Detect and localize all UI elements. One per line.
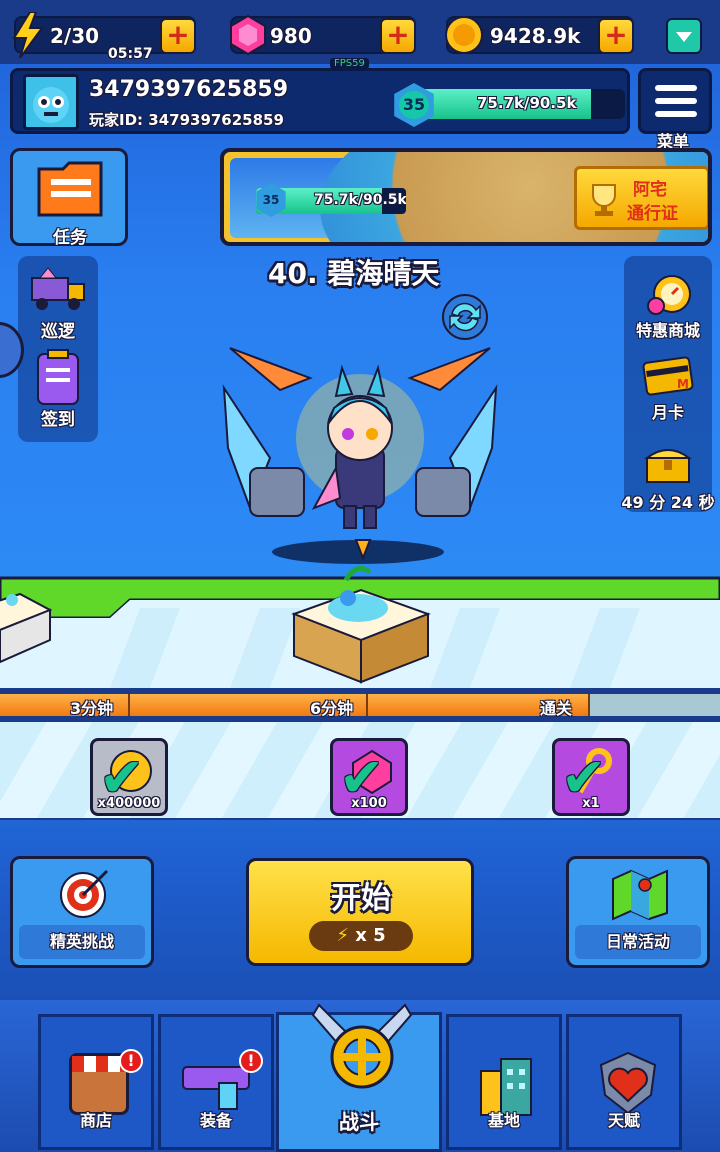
chest-timer: 49 分 24 秒 xyxy=(621,493,715,512)
shop-alert-badge: ! xyxy=(119,1049,143,1073)
player-level: 35 xyxy=(399,91,429,119)
player-xp-text: 75.7k/90.5k xyxy=(477,94,577,112)
trophy-icon xyxy=(592,184,616,216)
signin-button[interactable]: 签到 xyxy=(22,348,94,430)
nav-shop-label: 商店 xyxy=(79,1111,112,1130)
nav-talent[interactable]: 天赋 xyxy=(566,1014,682,1150)
pass-tag-line2: 通行证 xyxy=(627,204,678,224)
player-panel[interactable]: 3479397625859 玩家ID: 3479397625859 75.7k/… xyxy=(10,68,630,134)
sale-shop-button[interactable]: 特惠商城 xyxy=(620,268,716,341)
stage-title: 40. 碧海晴天 xyxy=(268,257,440,290)
lightning-icon xyxy=(12,12,44,58)
task-label: 任务 xyxy=(53,228,87,248)
bottom-nav: ! 商店 ! 装备 战斗 基地 天赋 xyxy=(0,1000,720,1152)
reward-coin[interactable]: ✔ x400000 xyxy=(90,738,168,816)
chevron-down-icon xyxy=(676,32,692,42)
monthly-card-label: 月卡 xyxy=(651,403,684,422)
start-cost: ⚡ x 5 xyxy=(309,921,413,951)
menu-icon-line xyxy=(655,111,697,117)
folder-icon xyxy=(37,161,103,217)
stopwatch-icon xyxy=(647,275,691,315)
menu-icon-line xyxy=(655,98,697,104)
chest-icon xyxy=(644,449,692,483)
nav-equip[interactable]: ! 装备 xyxy=(158,1014,274,1150)
reward-qty: x400000 xyxy=(97,796,161,811)
start-button[interactable]: 开始 ⚡ x 5 xyxy=(246,858,474,966)
start-cost-value: x 5 xyxy=(355,925,386,946)
add-energy-button[interactable]: + xyxy=(160,18,196,54)
right-side-panel: 特惠商城 M 月卡 49 分 24 秒 xyxy=(621,256,715,512)
map-icon xyxy=(612,869,668,921)
switch-stage-button[interactable] xyxy=(438,292,492,342)
coin-value: 9428.9k xyxy=(490,24,581,48)
awning xyxy=(72,1056,126,1072)
daily-activity-button[interactable]: 日常活动 xyxy=(566,856,710,968)
crossed-swords-icon xyxy=(311,1003,413,1089)
avatar-face-icon xyxy=(33,87,69,123)
svg-text:M: M xyxy=(677,377,689,391)
player-name: 3479397625859 xyxy=(89,77,288,102)
energy-timer: 05:57 xyxy=(108,46,153,62)
resource-bar: 2/30 05:57 + 980 + 9428.9k + FPS59 xyxy=(0,0,720,69)
pass-xp-text: 75.7k/90.5k xyxy=(314,192,406,208)
avatar[interactable] xyxy=(23,74,79,130)
refresh-icon xyxy=(442,294,488,340)
add-coins-button[interactable]: + xyxy=(598,18,634,54)
nav-base-label: 基地 xyxy=(487,1111,520,1130)
coin-counter: 9428.9k + xyxy=(445,16,634,54)
reward-row: ✔ x400000 ✔ x100 ✔ x1 xyxy=(0,720,720,820)
hero-character[interactable] xyxy=(210,338,510,568)
dropdown-button[interactable] xyxy=(666,18,702,54)
signin-label: 签到 xyxy=(41,410,75,430)
stage-island[interactable] xyxy=(286,536,436,686)
reward-gem[interactable]: ✔ x100 xyxy=(330,738,408,816)
start-label: 开始 xyxy=(331,881,391,916)
reward-qty: x1 xyxy=(582,796,600,811)
task-button[interactable]: 任务 xyxy=(10,148,128,248)
nav-talent-label: 天赋 xyxy=(607,1111,640,1130)
progress-remaining xyxy=(590,694,720,716)
nav-base[interactable]: 基地 xyxy=(446,1014,562,1150)
menu-icon xyxy=(655,85,697,91)
nav-shop[interactable]: ! 商店 xyxy=(38,1014,154,1150)
energy-value: 2/30 xyxy=(50,24,100,48)
card-icon: M xyxy=(642,356,694,396)
left-side-panel: 巡逻 签到 xyxy=(18,256,98,442)
gem-counter: 980 + xyxy=(230,14,416,56)
gold-coin-icon xyxy=(445,16,483,54)
gem-icon xyxy=(230,14,266,56)
elite-challenge-label: 精英挑战 xyxy=(19,925,145,959)
monthly-card-button[interactable]: M 月卡 xyxy=(624,352,712,423)
lightning-icon: ⚡ xyxy=(336,925,349,946)
progress-marker-3: 通关 xyxy=(540,699,573,718)
nav-battle[interactable]: 战斗 xyxy=(276,1003,442,1152)
sale-shop-label: 特惠商城 xyxy=(635,321,700,340)
elite-challenge-button[interactable]: 精英挑战 xyxy=(10,856,154,968)
daily-activity-label: 日常活动 xyxy=(575,925,701,959)
patrol-button[interactable]: 巡逻 xyxy=(22,266,94,342)
reward-qty: x100 xyxy=(351,796,387,811)
player-xp-bar: 75.7k/90.5k xyxy=(413,89,625,119)
clipboard-icon xyxy=(37,349,79,405)
timed-chest-button[interactable]: 49 分 24 秒 xyxy=(610,442,720,513)
time-progress-bar: 3分钟 6分钟 通关 xyxy=(0,688,720,720)
progress-marker-2: 6分钟 xyxy=(310,699,354,718)
add-gems-button[interactable]: + xyxy=(380,18,416,54)
energy-counter: 2/30 05:57 + xyxy=(12,12,196,62)
gem-value: 980 xyxy=(270,24,312,48)
battle-pass-banner[interactable]: 75.7k/90.5k 35 阿宅 通行证 xyxy=(220,148,712,246)
pass-tag-line1: 阿宅 xyxy=(633,180,667,200)
target-icon xyxy=(60,869,109,918)
prev-stage-island[interactable] xyxy=(0,570,52,666)
player-id: 玩家ID: 3479397625859 xyxy=(89,111,284,129)
truck-icon xyxy=(31,267,85,310)
reward-key[interactable]: ✔ x1 xyxy=(552,738,630,816)
nav-battle-label: 战斗 xyxy=(339,1110,379,1134)
patrol-label: 巡逻 xyxy=(41,322,75,342)
pass-tag[interactable]: 阿宅 通行证 xyxy=(574,166,708,230)
progress-marker-1: 3分钟 xyxy=(70,699,114,718)
menu-button[interactable] xyxy=(638,68,712,134)
nav-equip-label: 装备 xyxy=(199,1111,232,1130)
equip-alert-badge: ! xyxy=(239,1049,263,1073)
